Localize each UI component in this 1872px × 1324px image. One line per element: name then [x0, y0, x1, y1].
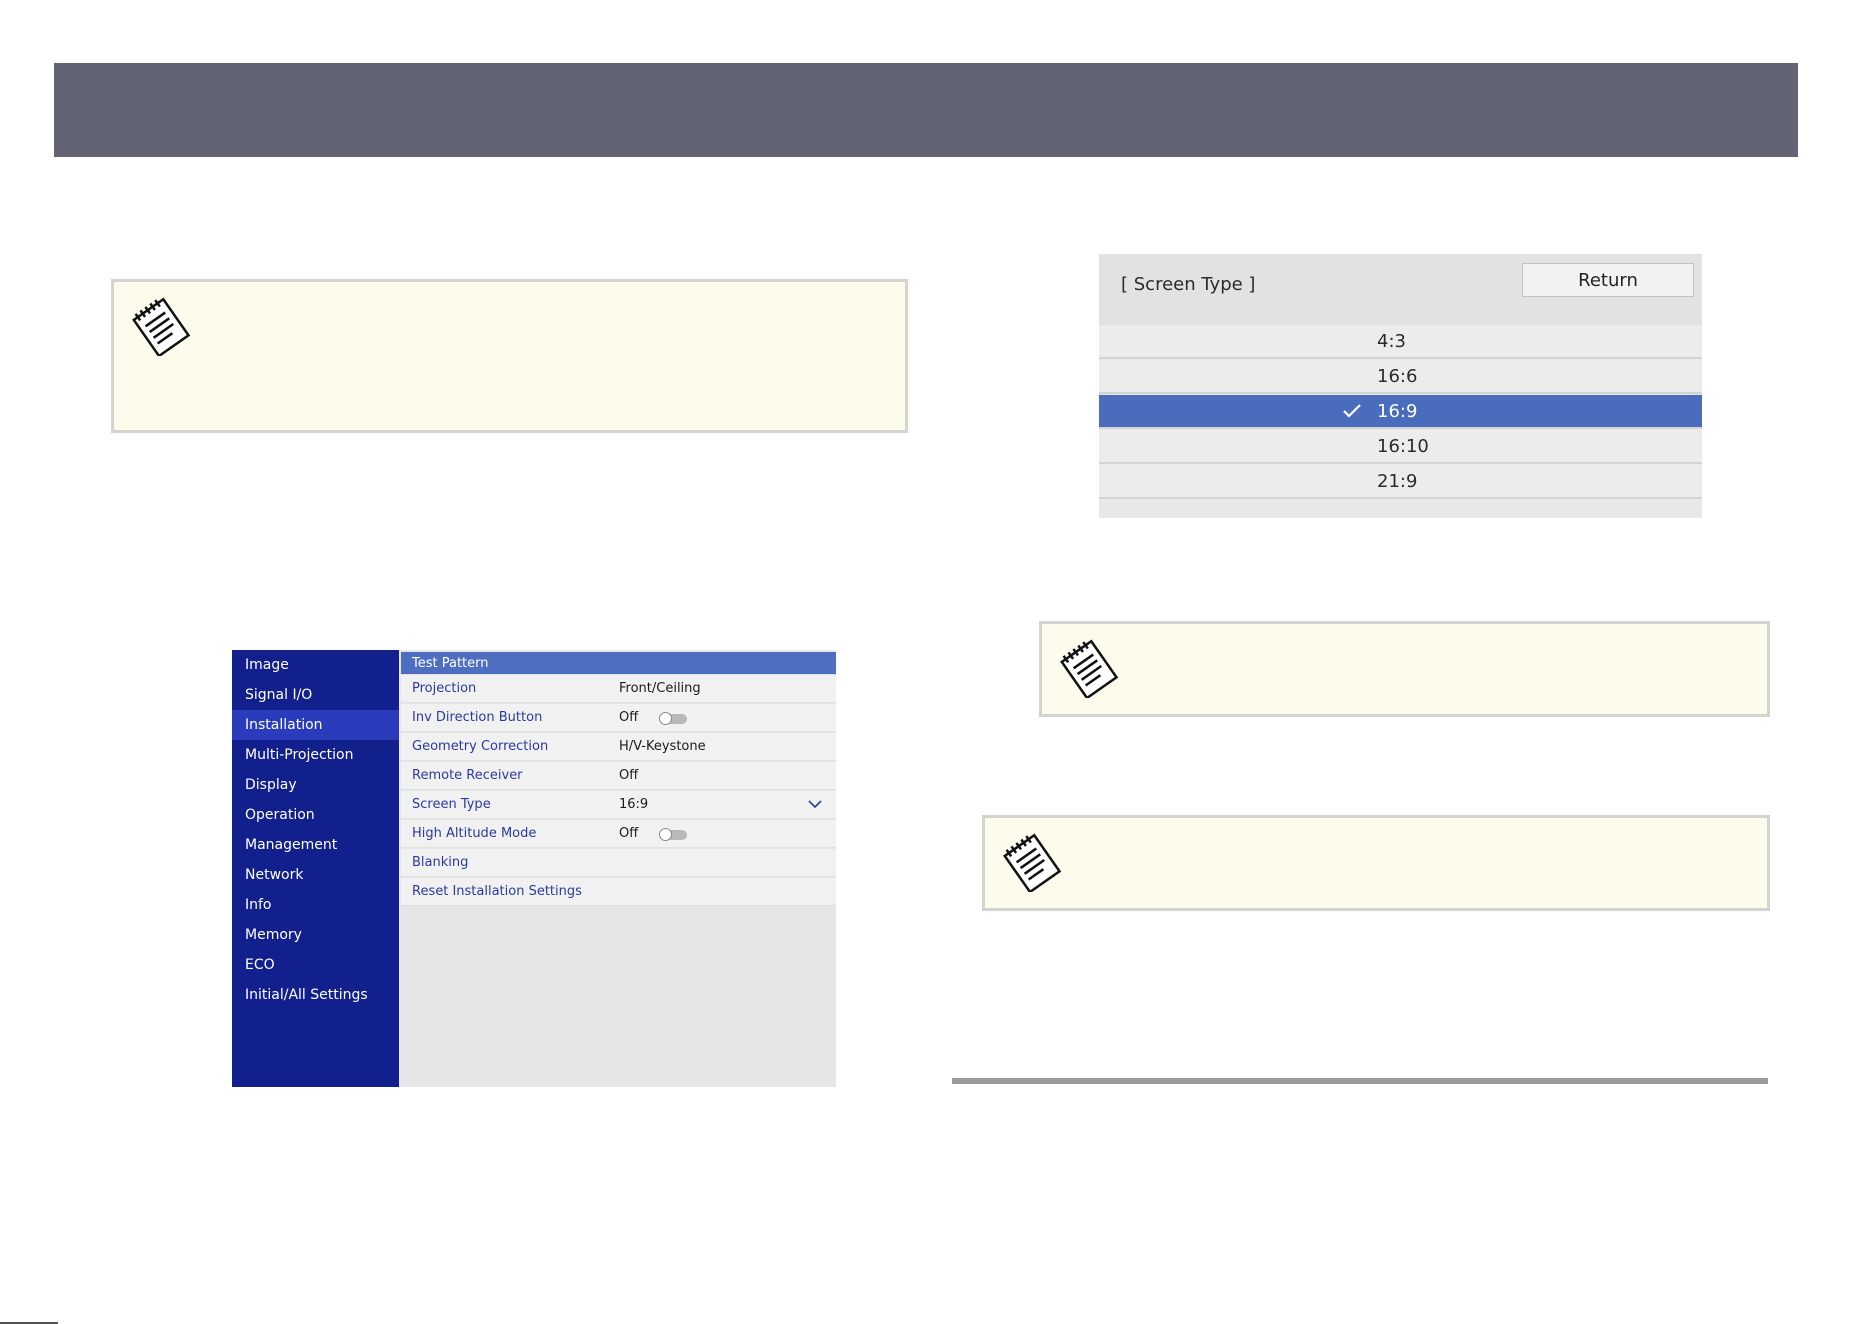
sidebar-item-eco[interactable]: ECO: [232, 950, 399, 980]
chevron-down-icon[interactable]: [808, 797, 822, 811]
note-pad-icon: [1003, 833, 1062, 892]
row-value: Off: [619, 710, 639, 725]
menu-row-reset-installation-settings[interactable]: Reset Installation Settings: [401, 878, 836, 906]
return-button[interactable]: Return: [1522, 263, 1694, 297]
row-value: 16:9: [619, 797, 649, 812]
screen-type-option[interactable]: 16:6: [1099, 360, 1702, 394]
row-value: Off: [619, 768, 639, 783]
sidebar-item-display[interactable]: Display: [232, 770, 399, 800]
page-header-bar: [54, 63, 1798, 157]
row-label: Remote Receiver: [412, 768, 523, 783]
menu-row-test-pattern[interactable]: Test Pattern: [401, 652, 836, 675]
row-label: Geometry Correction: [412, 739, 549, 754]
option-label: 4:3: [1377, 331, 1406, 352]
row-label: Screen Type: [412, 797, 491, 812]
row-label: Inv Direction Button: [412, 710, 543, 725]
menu-row-inv-direction-button[interactable]: Inv Direction Button Off: [401, 704, 836, 732]
toggle-switch-icon[interactable]: [659, 712, 687, 725]
note-pad-icon: [132, 297, 191, 356]
row-label: Test Pattern: [412, 656, 489, 671]
option-label: 16:10: [1377, 436, 1429, 457]
sidebar-item-installation[interactable]: Installation: [232, 710, 399, 740]
sidebar-item-network[interactable]: Network: [232, 860, 399, 890]
sidebar-item-multi-projection[interactable]: Multi-Projection: [232, 740, 399, 770]
row-label: Projection: [412, 681, 477, 696]
dialog-title: [ Screen Type ]: [1121, 274, 1256, 295]
sidebar-item-initial-all-settings[interactable]: Initial/All Settings: [232, 980, 399, 1010]
screen-type-option[interactable]: 16:10: [1099, 430, 1702, 464]
option-label: 16:6: [1377, 366, 1418, 387]
sidebar-item-memory[interactable]: Memory: [232, 920, 399, 950]
note-pad-icon: [1060, 639, 1119, 698]
screen-type-dialog: [ Screen Type ] Return 4:3 16:6 16:9 16:…: [1099, 254, 1702, 518]
dialog-header: [ Screen Type ] Return: [1099, 254, 1702, 325]
menu-row-screen-type[interactable]: Screen Type 16:9: [401, 791, 836, 819]
menu-row-projection[interactable]: Projection Front/Ceiling: [401, 675, 836, 703]
row-value: H/V-Keystone: [619, 739, 706, 754]
menu-row-high-altitude-mode[interactable]: High Altitude Mode Off: [401, 820, 836, 848]
note-box: [982, 815, 1770, 911]
screen-type-option-selected[interactable]: 16:9: [1099, 395, 1702, 429]
sidebar-item-management[interactable]: Management: [232, 830, 399, 860]
menu-sidebar: Image Signal I/O Installation Multi-Proj…: [232, 650, 399, 1087]
row-label: High Altitude Mode: [412, 826, 537, 841]
screen-type-option[interactable]: 21:9: [1099, 465, 1702, 499]
sidebar-item-signal-io[interactable]: Signal I/O: [232, 680, 399, 710]
sidebar-item-info[interactable]: Info: [232, 890, 399, 920]
note-box: [111, 279, 908, 433]
menu-row-blanking[interactable]: Blanking: [401, 849, 836, 877]
checkmark-icon: [1343, 404, 1361, 418]
row-value: Off: [619, 826, 639, 841]
menu-row-remote-receiver[interactable]: Remote Receiver Off: [401, 762, 836, 790]
projector-settings-menu: Image Signal I/O Installation Multi-Proj…: [232, 650, 836, 1087]
sidebar-item-operation[interactable]: Operation: [232, 800, 399, 830]
sidebar-item-image[interactable]: Image: [232, 650, 399, 680]
row-value: Front/Ceiling: [619, 681, 701, 696]
row-label: Blanking: [412, 855, 469, 870]
option-label: 16:9: [1377, 401, 1418, 422]
row-label: Reset Installation Settings: [412, 884, 582, 899]
option-label: 21:9: [1377, 471, 1418, 492]
section-divider: [952, 1078, 1768, 1084]
toggle-switch-icon[interactable]: [659, 828, 687, 841]
menu-row-geometry-correction[interactable]: Geometry Correction H/V-Keystone: [401, 733, 836, 761]
screen-type-option[interactable]: 4:3: [1099, 325, 1702, 359]
note-box: [1039, 621, 1770, 717]
